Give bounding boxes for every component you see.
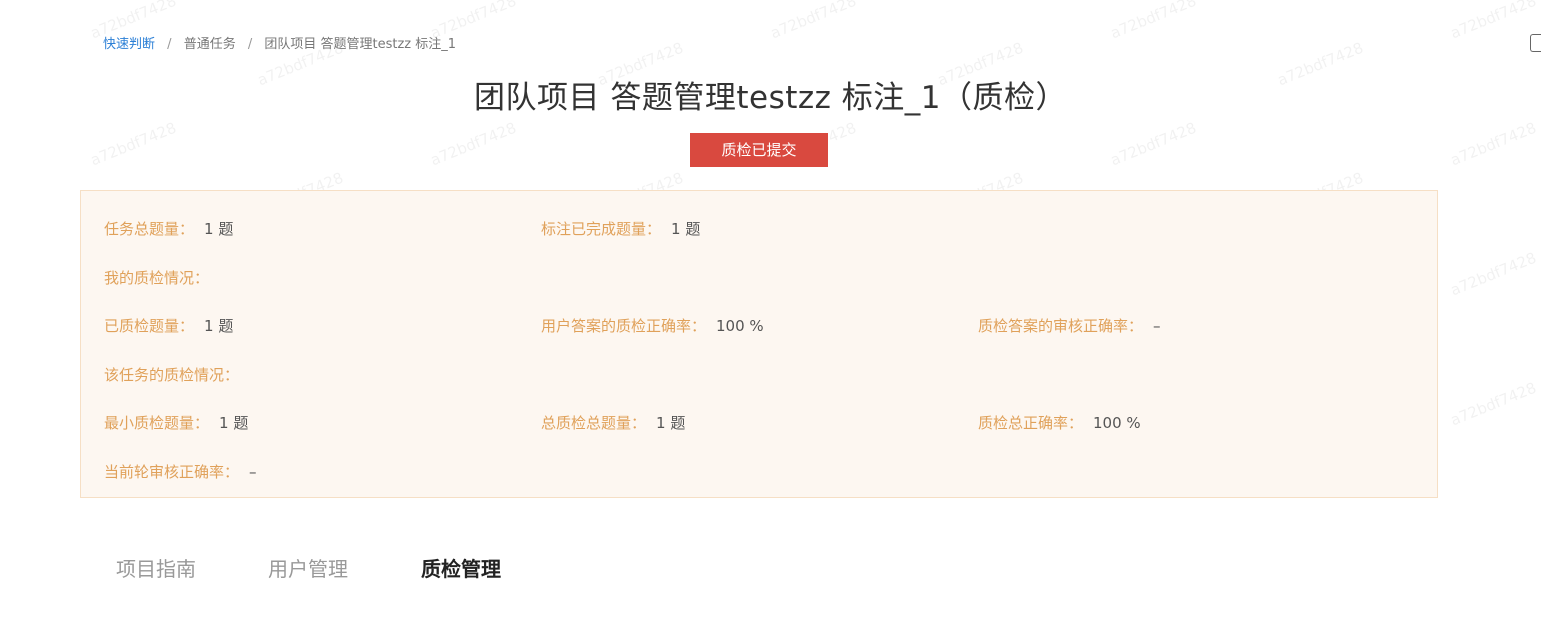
stat-value: 1 题	[204, 220, 234, 238]
total-questions-stat: 任务总题量： 1 题	[104, 218, 233, 239]
stat-value: 100 %	[1093, 414, 1141, 432]
watermark: a72bdf7428	[427, 118, 519, 170]
stat-value: –	[1153, 317, 1161, 335]
watermark: a72bdf7428	[87, 118, 179, 170]
status-badge: 质检已提交	[690, 133, 828, 167]
watermark: a72bdf7428	[1447, 378, 1539, 430]
stat-label: 标注已完成题量：	[541, 220, 662, 238]
breadcrumb-item-normal-task[interactable]: 普通任务	[184, 37, 236, 52]
qc-answer-review-accuracy-stat: 质检答案的审核正确率： –	[978, 315, 1161, 336]
total-qc-stat: 总质检总题量： 1 题	[541, 412, 685, 433]
stat-label: 用户答案的质检正确率：	[541, 317, 707, 335]
qc-checked-stat: 已质检题量： 1 题	[104, 315, 233, 336]
info-row: 我的质检情况：	[81, 267, 1437, 291]
stat-value: 1 题	[219, 414, 249, 432]
stat-value: 1 题	[204, 317, 234, 335]
stat-value: –	[249, 463, 257, 481]
breadcrumb-separator: /	[247, 37, 253, 52]
stat-value: 100 %	[716, 317, 764, 335]
breadcrumb: 快速判断 / 普通任务 / 团队项目 答题管理testzz 标注_1	[103, 33, 456, 52]
watermark: a72bdf7428	[1107, 0, 1199, 43]
stat-label: 质检总正确率：	[978, 414, 1084, 432]
min-qc-stat: 最小质检题量： 1 题	[104, 412, 248, 433]
watermark: a72bdf7428	[1447, 248, 1539, 300]
qc-info-panel: 任务总题量： 1 题 标注已完成题量： 1 题 我的质检情况： 已质检题量： 1 题 …	[80, 190, 1438, 498]
stat-label: 质检答案的审核正确率：	[978, 317, 1144, 335]
breadcrumb-separator: /	[167, 37, 172, 52]
breadcrumb-item-quick-judge[interactable]: 快速判断	[103, 37, 155, 52]
tab-qc-management[interactable]: 质检管理	[421, 553, 501, 582]
user-answer-qc-accuracy-stat: 用户答案的质检正确率： 100 %	[541, 315, 764, 336]
task-qc-heading: 该任务的质检情况：	[104, 366, 240, 384]
feedback-icon[interactable]	[1530, 34, 1541, 52]
labeled-done-stat: 标注已完成题量： 1 题	[541, 218, 700, 239]
stat-label: 已质检题量：	[104, 317, 195, 335]
stat-value: 1 题	[656, 414, 686, 432]
my-qc-heading: 我的质检情况：	[104, 269, 210, 287]
stat-value: 1 题	[671, 220, 701, 238]
watermark: a72bdf7428	[1447, 0, 1539, 43]
tab-project-guide[interactable]: 项目指南	[116, 553, 196, 582]
watermark: a72bdf7428	[1107, 118, 1199, 170]
stat-label: 任务总题量：	[104, 220, 195, 238]
breadcrumb-item-current: 团队项目 答题管理testzz 标注_1	[264, 37, 457, 52]
stat-label: 最小质检题量：	[104, 414, 210, 432]
tab-user-management[interactable]: 用户管理	[268, 553, 348, 582]
qc-total-accuracy-stat: 质检总正确率： 100 %	[978, 412, 1141, 433]
page: a72bdf7428 a72bdf7428 a72bdf7428 a72bdf7…	[0, 0, 1541, 620]
info-row: 该任务的质检情况：	[81, 364, 1437, 388]
stat-label: 当前轮审核正确率：	[104, 463, 240, 481]
watermark: a72bdf7428	[767, 0, 859, 43]
info-row: 任务总题量： 1 题 标注已完成题量： 1 题	[81, 218, 1437, 242]
stat-label: 总质检总题量：	[541, 414, 647, 432]
watermark: a72bdf7428	[1447, 118, 1539, 170]
current-review-accuracy-stat: 当前轮审核正确率： –	[104, 461, 257, 482]
info-row: 最小质检题量： 1 题 总质检总题量： 1 题 质检总正确率： 100 %	[81, 412, 1437, 436]
page-title: 团队项目 答题管理testzz 标注_1（质检）	[473, 80, 1067, 116]
info-row: 当前轮审核正确率： –	[81, 461, 1437, 485]
info-row: 已质检题量： 1 题 用户答案的质检正确率： 100 % 质检答案的审核正确率： –	[81, 315, 1437, 339]
